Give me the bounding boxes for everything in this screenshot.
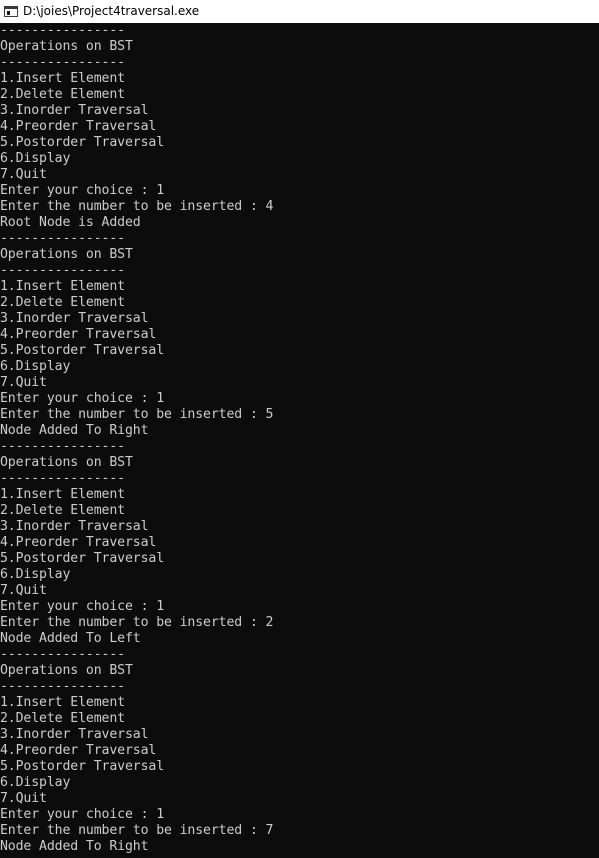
console-line: Operations on BST — [0, 247, 133, 262]
console-line: 5.Postorder Traversal — [0, 551, 165, 566]
console-line: Node Added To Right — [0, 839, 149, 854]
console-line: 1.Insert Element — [0, 487, 125, 502]
console-line: Enter the number to be inserted : 7 — [0, 823, 274, 838]
console-line: Root Node is Added — [0, 215, 141, 230]
console-line: Node Added To Left — [0, 631, 141, 646]
console-line: Node Added To Right — [0, 423, 149, 438]
console-window-icon[interactable] — [4, 6, 18, 17]
console-line: ---------------- — [0, 647, 125, 662]
console-line: Enter the number to be inserted : 5 — [0, 407, 274, 422]
console-line: 4.Preorder Traversal — [0, 535, 157, 550]
console-line: 2.Delete Element — [0, 87, 125, 102]
console-output[interactable]: ---------------- Operations on BST -------… — [0, 23, 599, 858]
console-window: D:\joies\Project4traversal.exe ---------… — [0, 0, 599, 858]
console-line: ---------------- — [0, 231, 125, 246]
console-line: 1.Insert Element — [0, 71, 125, 86]
console-line: Operations on BST — [0, 455, 133, 470]
console-line: 4.Preorder Traversal — [0, 743, 157, 758]
console-line: 2.Delete Element — [0, 295, 125, 310]
console-line: 2.Delete Element — [0, 711, 125, 726]
console-line: Enter your choice : 1 — [0, 599, 165, 614]
console-line: ---------------- — [0, 679, 125, 694]
console-line: Operations on BST — [0, 663, 133, 678]
console-line: 2.Delete Element — [0, 503, 125, 518]
console-line: Enter the number to be inserted : 2 — [0, 615, 274, 630]
console-line: 1.Insert Element — [0, 279, 125, 294]
console-line: 6.Display — [0, 775, 71, 790]
console-line: 3.Inorder Traversal — [0, 519, 149, 534]
console-line: 5.Postorder Traversal — [0, 343, 165, 358]
console-line: Enter your choice : 1 — [0, 183, 165, 198]
window-title: D:\joies\Project4traversal.exe — [23, 4, 200, 18]
console-line: ---------------- — [0, 23, 125, 38]
console-line: 1.Insert Element — [0, 695, 125, 710]
console-line: ---------------- — [0, 471, 125, 486]
console-line: Enter the number to be inserted : 4 — [0, 199, 274, 214]
console-line: 4.Preorder Traversal — [0, 119, 157, 134]
console-line: 5.Postorder Traversal — [0, 135, 165, 150]
console-line: Operations on BST — [0, 39, 133, 54]
console-line: 7.Quit — [0, 791, 47, 806]
console-line: 5.Postorder Traversal — [0, 759, 165, 774]
console-line: ---------------- — [0, 55, 125, 70]
console-line: 3.Inorder Traversal — [0, 311, 149, 326]
console-line: 3.Inorder Traversal — [0, 103, 149, 118]
console-line: Enter your choice : 1 — [0, 391, 165, 406]
console-line: 4.Preorder Traversal — [0, 327, 157, 342]
console-line: 6.Display — [0, 567, 71, 582]
console-line: 7.Quit — [0, 583, 47, 598]
console-line: ---------------- — [0, 439, 125, 454]
console-line: 7.Quit — [0, 375, 47, 390]
title-bar[interactable]: D:\joies\Project4traversal.exe — [0, 0, 599, 23]
console-line: Enter your choice : 1 — [0, 807, 165, 822]
console-line: ---------------- — [0, 263, 125, 278]
console-line: 6.Display — [0, 151, 71, 166]
console-line: 7.Quit — [0, 167, 47, 182]
console-line: 3.Inorder Traversal — [0, 727, 149, 742]
console-line: 6.Display — [0, 359, 71, 374]
